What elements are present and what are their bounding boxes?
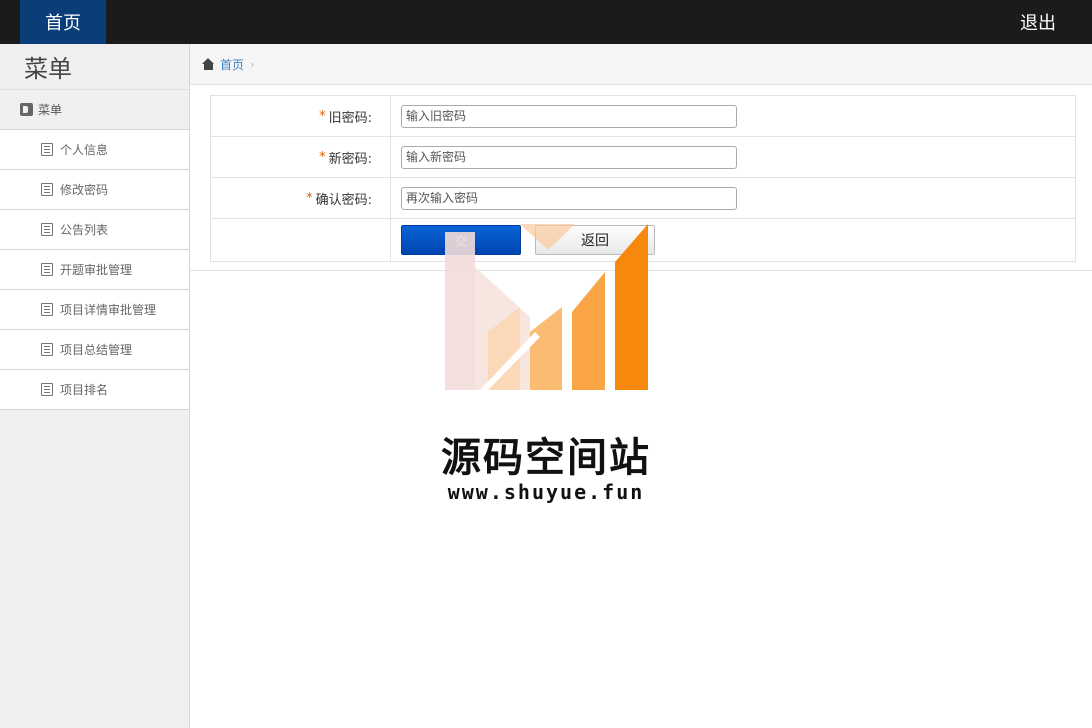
field-cell bbox=[391, 178, 1075, 218]
breadcrumb-separator: › bbox=[250, 57, 255, 71]
sidebar-item-change-password[interactable]: 修改密码 bbox=[0, 170, 189, 210]
menu-group-icon bbox=[20, 103, 33, 116]
change-password-form: * 旧密码: * 新密码: * 确认密码: 交 返回 bbox=[210, 95, 1076, 262]
required-mark: * bbox=[319, 149, 326, 165]
sidebar-item-proposal-approval[interactable]: 开题审批管理 bbox=[0, 250, 189, 290]
form-row-new-password: * 新密码: bbox=[211, 137, 1075, 178]
watermark-url: www.shuyue.fun bbox=[447, 480, 645, 504]
breadcrumb: 首页 › bbox=[190, 44, 1092, 85]
sidebar-group-menu[interactable]: 菜单 bbox=[0, 90, 189, 130]
logout-link[interactable]: 退出 bbox=[1020, 0, 1056, 44]
divider bbox=[190, 270, 1092, 271]
sidebar-item-project-summary[interactable]: 项目总结管理 bbox=[0, 330, 189, 370]
document-icon bbox=[41, 223, 53, 236]
old-password-label: * 旧密码: bbox=[211, 96, 391, 136]
document-icon bbox=[41, 383, 53, 396]
sidebar-item-label: 公告列表 bbox=[60, 223, 109, 237]
sidebar-item-project-ranking[interactable]: 项目排名 bbox=[0, 370, 189, 410]
form-row-actions: 交 返回 bbox=[211, 219, 1075, 261]
required-mark: * bbox=[306, 190, 313, 206]
label-text: 新密码: bbox=[328, 151, 372, 167]
watermark-text: 源码空间站 bbox=[441, 435, 651, 481]
old-password-input[interactable] bbox=[401, 104, 737, 128]
submit-button[interactable]: 交 bbox=[401, 225, 521, 255]
field-cell bbox=[391, 137, 1075, 177]
new-password-label: * 新密码: bbox=[211, 137, 391, 177]
document-icon bbox=[41, 183, 53, 196]
form-row-old-password: * 旧密码: bbox=[211, 96, 1075, 137]
home-icon bbox=[202, 58, 215, 70]
document-icon bbox=[41, 263, 53, 276]
confirm-password-label: * 确认密码: bbox=[211, 178, 391, 218]
confirm-password-input[interactable] bbox=[401, 186, 737, 210]
sidebar-item-announcements[interactable]: 公告列表 bbox=[0, 210, 189, 250]
label-text: 旧密码: bbox=[328, 110, 372, 126]
label-text: 确认密码: bbox=[315, 192, 372, 208]
document-icon bbox=[41, 303, 53, 316]
top-navbar: 首页 退出 bbox=[0, 0, 1092, 44]
sidebar-item-label: 项目排名 bbox=[60, 383, 109, 397]
sidebar-item-label: 个人信息 bbox=[60, 143, 109, 157]
form-row-confirm-password: * 确认密码: bbox=[211, 178, 1075, 219]
document-icon bbox=[41, 143, 53, 156]
field-cell bbox=[391, 96, 1075, 136]
sidebar-group-label: 菜单 bbox=[38, 103, 63, 117]
sidebar-title: 菜单 bbox=[0, 44, 189, 90]
sidebar-item-label: 修改密码 bbox=[60, 183, 109, 197]
back-button[interactable]: 返回 bbox=[535, 225, 655, 255]
sidebar-item-label: 开题审批管理 bbox=[60, 263, 133, 277]
breadcrumb-home-link[interactable]: 首页 bbox=[220, 56, 244, 73]
sidebar-item-project-detail-approval[interactable]: 项目详情审批管理 bbox=[0, 290, 189, 330]
nav-home-tab[interactable]: 首页 bbox=[20, 0, 106, 44]
sidebar-item-profile[interactable]: 个人信息 bbox=[0, 130, 189, 170]
sidebar: 菜单 菜单 个人信息 修改密码 公告列表 开题审批管理 项目详情审批管理 项目总… bbox=[0, 44, 190, 728]
sidebar-item-label: 项目总结管理 bbox=[60, 343, 133, 357]
actions-cell: 交 返回 bbox=[391, 219, 1075, 261]
sidebar-item-label: 项目详情审批管理 bbox=[60, 303, 157, 317]
new-password-input[interactable] bbox=[401, 145, 737, 169]
empty-label-cell bbox=[211, 219, 391, 261]
required-mark: * bbox=[319, 108, 326, 124]
watermark: 源码空间站 www.shuyue.fun bbox=[420, 222, 680, 512]
document-icon bbox=[41, 343, 53, 356]
